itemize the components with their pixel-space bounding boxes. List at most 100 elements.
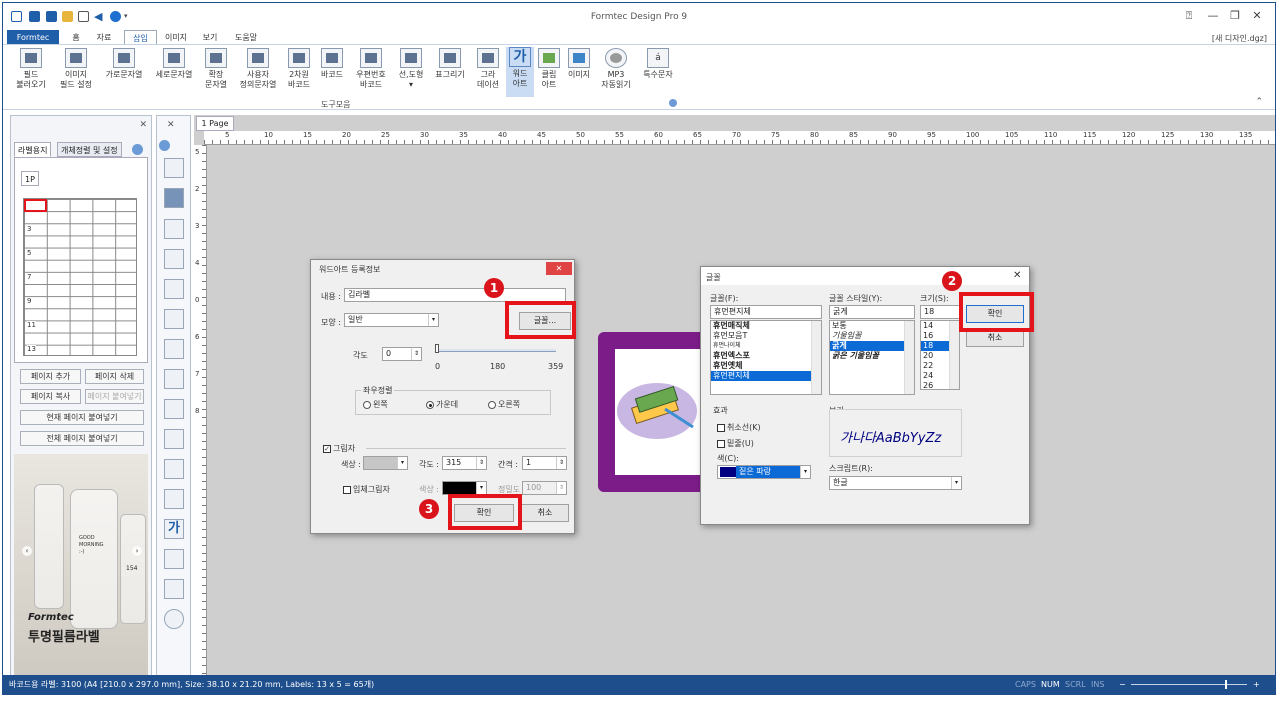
paste-page-button[interactable]: 페이지 붙여넣기	[85, 389, 144, 404]
font-name-input[interactable]: 휴먼편지체	[710, 305, 822, 319]
zoom-in-button[interactable]: +	[1253, 675, 1260, 694]
tab-home[interactable]: 홈	[65, 30, 87, 45]
horizontal-text-button[interactable]: 가로문자열	[101, 48, 147, 80]
angle-spinner[interactable]: 0 ⇕	[382, 347, 422, 361]
solid-color-select[interactable]: ▾	[442, 481, 487, 495]
vertical-text-tool-icon[interactable]	[164, 249, 184, 269]
vertical-text-button[interactable]: 세로문자열	[151, 48, 197, 80]
tab-insert[interactable]: 삽입	[124, 30, 157, 45]
wordart-tool-icon[interactable]: 가	[164, 519, 184, 539]
copy-page-button[interactable]: 페이지 복사	[20, 389, 81, 404]
paste-current-page-button[interactable]: 현재 페이지 붙여넣기	[20, 410, 144, 425]
postal-barcode-button[interactable]: 우편번호 바코드	[351, 48, 391, 90]
angle-slider[interactable]	[437, 349, 556, 352]
shadow-gap-spinner[interactable]: 1 ⇕	[522, 456, 567, 470]
toolbar-nav-icon[interactable]	[159, 140, 170, 151]
barcode-tool-icon[interactable]	[164, 369, 184, 389]
barcode-button[interactable]: 바코드	[317, 48, 347, 80]
mp3-tool-icon[interactable]	[164, 609, 184, 629]
gradation-button[interactable]: 그라 데이션	[473, 48, 503, 90]
shapes-tool-icon[interactable]	[164, 429, 184, 449]
close-toolbar-icon[interactable]: ✕	[167, 120, 175, 130]
align-left-radio[interactable]: 왼쪽	[363, 399, 388, 410]
custom-text-tool-icon[interactable]	[164, 309, 184, 329]
qr-code-tool-icon[interactable]	[164, 339, 184, 359]
tab-help[interactable]: 도움말	[231, 30, 261, 45]
collapse-ribbon-icon[interactable]: ⌃	[1255, 97, 1263, 107]
strikeout-checkbox[interactable]: 취소선(K)	[717, 422, 761, 433]
underline-checkbox[interactable]: 밑줄(U)	[717, 438, 754, 449]
tab-view[interactable]: 보기	[199, 30, 221, 45]
font-style-list[interactable]: 보통 기울임꼴 굵게 굵은 기울임꼴	[829, 320, 915, 395]
panel-nav-icon[interactable]	[132, 144, 143, 155]
align-right-radio[interactable]: 오른쪽	[488, 399, 520, 410]
tab-data[interactable]: 자료	[93, 30, 115, 45]
shadow-color-select[interactable]: ▾	[363, 456, 408, 470]
font-size-input[interactable]: 18	[920, 305, 960, 319]
image-field-button[interactable]: 이미지 필드 설정	[55, 48, 97, 90]
custom-text-button[interactable]: 사용자 정의문자열	[235, 48, 281, 90]
wordart-cancel-button[interactable]: 취소	[521, 504, 569, 522]
ad-next-icon[interactable]: ›	[132, 546, 142, 556]
ad-prev-icon[interactable]: ‹	[22, 546, 32, 556]
shadow-checkbox[interactable]: ✓ 그림자	[323, 443, 355, 454]
font-list-scrollbar[interactable]	[811, 321, 821, 394]
precision-spinner[interactable]: 100 ⇕	[522, 481, 567, 495]
close-button[interactable]: ✕	[1249, 9, 1265, 23]
align-center-radio[interactable]: 가운데	[426, 399, 458, 410]
highlight-font-button	[505, 301, 576, 339]
font-list[interactable]: 휴먼매직체 휴먼모음T 휴먼나이체 휴먼엑스포 휴먼옛체 휴먼편지체	[710, 320, 822, 395]
clipart-tool-icon[interactable]	[164, 549, 184, 569]
horizontal-text-tool-icon[interactable]	[164, 219, 184, 239]
font-close-button[interactable]: ✕	[1013, 270, 1021, 281]
table-button[interactable]: 표그리기	[431, 48, 469, 80]
image-tool-icon[interactable]	[164, 579, 184, 599]
delete-page-button[interactable]: 페이지 삭제	[85, 369, 144, 384]
style-list-scrollbar[interactable]	[904, 321, 914, 394]
extended-text-button[interactable]: 확장 문자열	[199, 48, 233, 90]
font-color-select[interactable]: 짙은 파랑 ▾	[717, 465, 811, 479]
minimize-button[interactable]: —	[1205, 9, 1221, 23]
mp3-button[interactable]: MP3 자동읽기	[597, 48, 635, 90]
script-select[interactable]: 한글 ▾	[829, 476, 962, 490]
shapes-button[interactable]: 선,도형 ▾	[395, 48, 427, 90]
label-inner[interactable]	[615, 349, 705, 475]
clipart-button[interactable]: 클립 아트	[535, 48, 563, 90]
page-1p-tab[interactable]: 1P	[21, 171, 39, 186]
table-tool-icon[interactable]	[164, 459, 184, 479]
add-page-button[interactable]: 페이지 추가	[20, 369, 81, 384]
tab-formtec[interactable]: Formtec	[7, 30, 59, 45]
field-load-tool-icon[interactable]	[164, 158, 184, 178]
shadow-angle-spinner[interactable]: 315 ⇕	[442, 456, 487, 470]
size-list-scrollbar[interactable]	[949, 321, 959, 389]
page-tab[interactable]: 1 Page	[196, 116, 234, 131]
image-field-tool-icon[interactable]	[164, 188, 184, 208]
tab-image[interactable]: 이미지	[161, 30, 191, 45]
tab-object-align[interactable]: 개체정렬 및 설정	[57, 142, 122, 157]
help-icon[interactable]: ⍰	[1181, 9, 1197, 23]
special-char-button[interactable]: á 특수문자	[639, 48, 677, 80]
zoom-slider-thumb[interactable]	[1225, 680, 1227, 689]
postal-barcode-tool-icon[interactable]	[164, 399, 184, 419]
tab-label-paper[interactable]: 라벨용지	[14, 142, 52, 157]
restore-button[interactable]: ❐	[1227, 9, 1243, 23]
wordart-close-button[interactable]: ✕	[546, 262, 572, 275]
shape-select[interactable]: 일반 ▾	[344, 313, 439, 327]
ad-banner[interactable]: GOOD MORNING :-) 154 ‹ › Formtec 투명필름라벨	[14, 454, 148, 676]
paste-all-pages-button[interactable]: 전체 페이지 붙여넣기	[20, 431, 144, 446]
gradation-tool-icon[interactable]	[164, 489, 184, 509]
qr-barcode-button[interactable]: 2차원 바코드	[283, 48, 315, 90]
extended-text-tool-icon[interactable]	[164, 279, 184, 299]
font-style-input[interactable]: 굵게	[829, 305, 915, 319]
angle-slider-thumb[interactable]	[435, 344, 439, 353]
wordart-button[interactable]: 가 워드 아트	[506, 47, 534, 97]
image-button[interactable]: 이미지	[565, 48, 593, 80]
font-size-list[interactable]: 14 16 18 20 22 24 26	[920, 320, 960, 390]
content-input[interactable]: 김라벨	[344, 288, 566, 302]
zoom-slider[interactable]	[1131, 684, 1247, 685]
field-load-button[interactable]: 필드 불러오기	[13, 48, 49, 90]
group-expand-icon[interactable]	[669, 99, 677, 107]
close-panel-icon[interactable]: ✕	[139, 120, 147, 130]
zoom-out-button[interactable]: −	[1119, 675, 1126, 694]
solid-shadow-checkbox[interactable]: 입체그림자	[343, 484, 390, 495]
